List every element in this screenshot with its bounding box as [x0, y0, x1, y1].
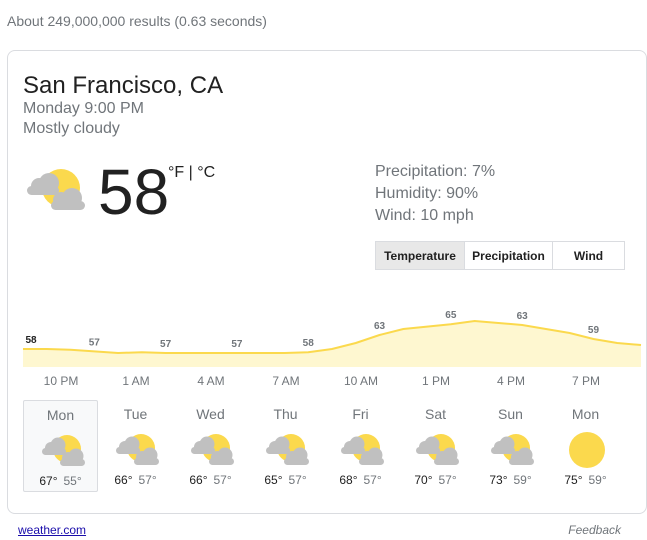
hour-label: 7 PM — [571, 374, 600, 388]
low-temp: 57° — [363, 473, 382, 487]
hourly-axis: 10 PM 1 AM 4 AM 7 AM 10 AM 1 PM 4 PM 7 P… — [23, 374, 643, 390]
day-name: Sat — [424, 406, 446, 422]
tab-wind[interactable]: Wind — [552, 241, 625, 270]
temperature-point-label: 65 — [445, 310, 457, 321]
partly-cloudy-icon — [39, 431, 87, 471]
high-temp: 73° — [489, 473, 508, 487]
weather-details: Precipitation: 7% Humidity: 90% Wind: 10… — [375, 161, 495, 227]
low-temp: 57° — [138, 473, 157, 487]
weather-card: San Francisco, CA Monday 9:00 PM Mostly … — [7, 50, 647, 514]
fahrenheit-toggle[interactable]: °F — [168, 164, 184, 181]
sunny-icon — [563, 430, 611, 470]
hour-label: 4 PM — [496, 374, 525, 388]
low-temp: 57° — [288, 473, 307, 487]
temperature-point-label: 63 — [517, 311, 529, 322]
daily-forecast: Mon 67° 55° Tue 66° 57° Wed 66° 57° Thu 65°… — [23, 400, 643, 492]
high-temp: 70° — [414, 473, 433, 487]
partly-cloudy-icon — [338, 430, 386, 470]
temperature-point-label: 57 — [231, 339, 243, 350]
temperature-area — [23, 321, 641, 367]
unit-toggle: °F | °C — [168, 164, 215, 182]
day-name: Mon — [46, 407, 75, 423]
wind-text: Wind: 10 mph — [375, 207, 474, 224]
partly-cloudy-icon — [188, 430, 236, 470]
temperature-point-label: 57 — [160, 339, 172, 350]
hour-label: 10 AM — [343, 374, 379, 388]
celsius-toggle[interactable]: °C — [197, 164, 215, 181]
partly-cloudy-icon — [113, 430, 161, 470]
tab-temperature[interactable]: Temperature — [375, 241, 465, 270]
day-name: Fri — [352, 406, 369, 422]
high-temp: 67° — [39, 474, 58, 488]
day-name: Tue — [123, 406, 148, 422]
tab-precipitation[interactable]: Precipitation — [464, 241, 553, 270]
low-temp: 59° — [588, 473, 607, 487]
high-temp: 66° — [189, 473, 208, 487]
temperature-point-label: 59 — [588, 325, 600, 336]
source-link[interactable]: weather.com — [18, 523, 86, 537]
search-stats: About 249,000,000 results (0.63 seconds) — [7, 13, 267, 29]
partly-cloudy-icon — [488, 430, 536, 470]
day-name: Sun — [498, 406, 523, 422]
precipitation-text: Precipitation: 7% — [375, 163, 496, 180]
weather-datetime: Monday 9:00 PM — [23, 100, 144, 117]
chart-tabs: Temperature Precipitation Wind — [375, 241, 625, 270]
day-forecast-item[interactable]: Mon 75° 59° — [548, 400, 623, 492]
low-temp: 57° — [213, 473, 232, 487]
day-forecast-item[interactable]: Thu 65° 57° — [248, 400, 323, 492]
day-name: Thu — [273, 406, 298, 422]
hour-label: 1 PM — [421, 374, 450, 388]
temperature-chart[interactable]: 58 57 57 57 58 63 65 63 59 — [23, 307, 642, 367]
day-forecast-item[interactable]: Sat 70° 57° — [398, 400, 473, 492]
day-forecast-item[interactable]: Sun 73° 59° — [473, 400, 548, 492]
hour-label: 1 AM — [122, 374, 150, 388]
high-temp: 68° — [339, 473, 358, 487]
low-temp: 59° — [513, 473, 532, 487]
humidity-text: Humidity: 90% — [375, 185, 479, 202]
partly-cloudy-icon — [413, 430, 461, 470]
temperature-chart-svg: 58 57 57 57 58 63 65 63 59 — [23, 310, 642, 367]
day-name: Mon — [571, 406, 600, 422]
temperature-point-label: 63 — [374, 321, 386, 332]
feedback-link[interactable]: Feedback — [568, 523, 621, 537]
weather-condition: Mostly cloudy — [23, 120, 120, 137]
low-temp: 55° — [63, 474, 82, 488]
day-forecast-item[interactable]: Wed 66° 57° — [173, 400, 248, 492]
day-forecast-item[interactable]: Mon 67° 55° — [23, 400, 98, 492]
day-name: Wed — [196, 406, 225, 422]
partly-cloudy-icon — [23, 164, 87, 216]
hour-label: 10 PM — [43, 374, 79, 388]
unit-separator: | — [184, 164, 198, 181]
high-temp: 65° — [264, 473, 283, 487]
high-temp: 66° — [114, 473, 133, 487]
partly-cloudy-icon — [263, 430, 311, 470]
temperature-point-label: 58 — [25, 335, 37, 346]
hour-label: 7 AM — [272, 374, 300, 388]
hour-label: 4 AM — [197, 374, 225, 388]
temperature-point-label: 58 — [303, 338, 315, 349]
high-temp: 75° — [564, 473, 583, 487]
temperature-point-label: 57 — [89, 337, 101, 348]
current-temperature: 58 — [98, 156, 170, 228]
low-temp: 57° — [438, 473, 457, 487]
day-forecast-item[interactable]: Tue 66° 57° — [98, 400, 173, 492]
location-title: San Francisco, CA — [23, 72, 224, 99]
day-forecast-item[interactable]: Fri 68° 57° — [323, 400, 398, 492]
